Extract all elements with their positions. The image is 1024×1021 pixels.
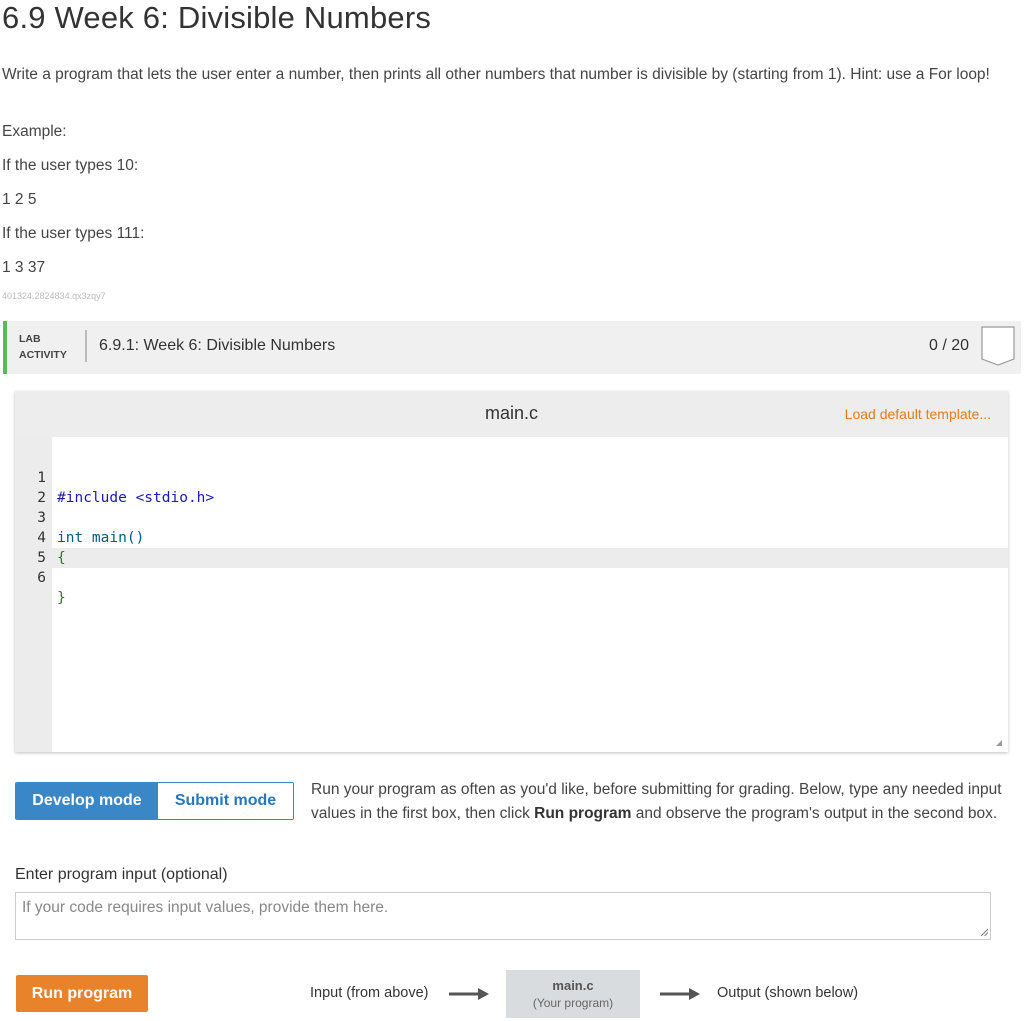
example-label: Example: [2, 123, 67, 140]
program-box-name: main.c [552, 978, 594, 993]
lab-activity-label: LAB ACTIVITY [19, 331, 67, 363]
editor-resize-handle[interactable] [996, 740, 1002, 746]
lab-id: 401324.2824834.qx3zqy7 [2, 291, 106, 301]
code-line[interactable]: 2 [15, 468, 50, 506]
program-input-field[interactable] [15, 892, 991, 940]
code-line[interactable]: 5 [15, 528, 50, 566]
instructions-text: Write a program that lets the user enter… [2, 66, 990, 83]
code-text[interactable]: int main() [57, 528, 144, 548]
code-line[interactable]: 1 #include <stdio.h> [15, 448, 214, 506]
lab-activity-title: 6.9.1: Week 6: Divisible Numbers [99, 337, 336, 354]
example2-prompt: If the user types 111: [2, 225, 145, 242]
code-text[interactable]: { [57, 548, 66, 568]
example1-output: 1 2 5 [2, 191, 37, 208]
program-box: main.c (Your program) [506, 970, 640, 1018]
code-line[interactable]: 3 int main() [15, 488, 144, 546]
code-text[interactable]: } [57, 588, 66, 608]
lab-label-line2: ACTIVITY [19, 349, 67, 361]
arrow-right-icon [660, 988, 700, 1000]
line-number: 6 [37, 570, 46, 586]
code-editor[interactable]: main.c Load default template... 1 #inclu… [15, 391, 1008, 752]
example1-prompt: If the user types 10: [2, 157, 139, 174]
active-line-highlight [15, 548, 1008, 568]
mode-description: Run your program as often as you'd like,… [311, 778, 1011, 825]
code-line[interactable]: 6 } [15, 548, 65, 606]
mode-desc-text-end: and observe the program's output in the … [631, 804, 998, 822]
mode-toggle: Develop mode Submit mode [15, 782, 294, 820]
load-default-template-link[interactable]: Load default template... [845, 406, 991, 422]
code-line[interactable]: 4 { [15, 508, 65, 566]
page-title: 6.9 Week 6: Divisible Numbers [2, 0, 432, 35]
arrow-right-icon [449, 988, 489, 1000]
lab-divider [85, 330, 87, 362]
program-box-subtitle: (Your program) [532, 996, 614, 1010]
program-input-label: Enter program input (optional) [15, 866, 228, 883]
example2-output: 1 3 37 [2, 259, 46, 276]
flow-output-label: Output (shown below) [717, 985, 859, 1001]
lab-score: 0 / 20 [929, 337, 970, 354]
submit-mode-button[interactable]: Submit mode [157, 783, 293, 819]
mode-desc-bold: Run program [534, 804, 632, 822]
lab-activity-header: LAB ACTIVITY 6.9.1: Week 6: Divisible Nu… [3, 321, 1021, 374]
lab-label-line1: LAB [19, 333, 41, 345]
develop-mode-button[interactable]: Develop mode [16, 783, 158, 819]
flow-input-label: Input (from above) [310, 985, 429, 1001]
editor-header: main.c Load default template... [15, 391, 1008, 437]
run-program-button[interactable]: Run program [16, 975, 148, 1012]
score-badge-icon [981, 326, 1015, 366]
code-text[interactable]: #include <stdio.h> [57, 488, 214, 508]
input-resize-handle[interactable] [980, 928, 988, 936]
